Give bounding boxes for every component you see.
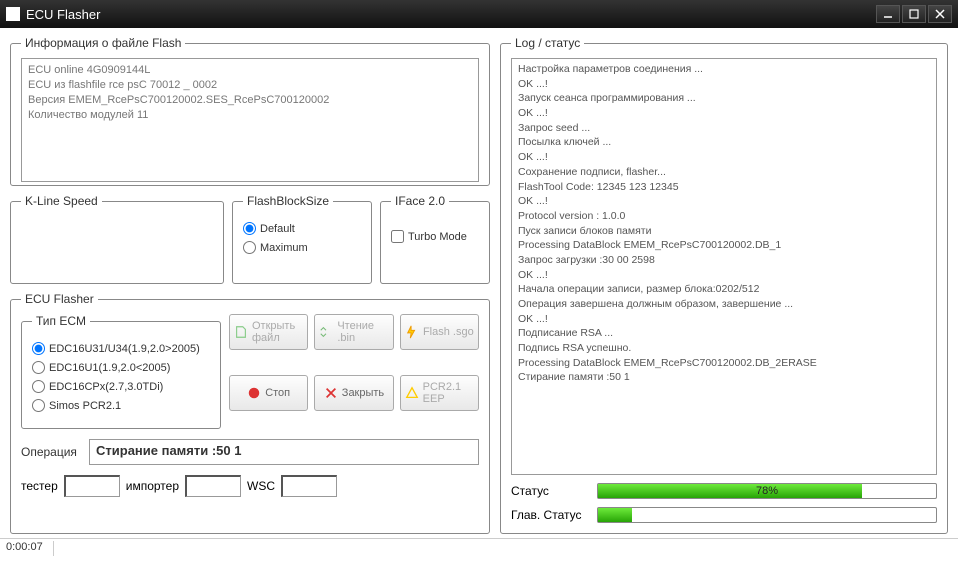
info-line: ECU из flashfile rce psC 70012 _ 0002 — [28, 78, 472, 93]
flash-info-panel: Информация о файле Flash ECU online 4G09… — [10, 36, 490, 186]
flash-info-text: ECU online 4G0909144L ECU из flashfile r… — [21, 58, 479, 182]
main-status-progress — [597, 507, 937, 523]
status-label: Статус — [511, 484, 589, 498]
iface-panel: IFace 2.0 Turbo Mode — [380, 194, 490, 284]
close-button[interactable] — [928, 5, 952, 23]
ecm-type-panel: Тип ECM EDC16U31/U34(1.9,2.0>2005) EDC16… — [21, 314, 221, 429]
warning-icon — [405, 386, 419, 400]
flashblock-default-radio[interactable]: Default — [243, 222, 361, 235]
operation-label: Операция — [21, 445, 81, 459]
flashblock-legend: FlashBlockSize — [243, 194, 333, 208]
flash-sgo-button[interactable]: Flash .sgo — [400, 314, 479, 350]
kline-panel: K-Line Speed — [10, 194, 224, 284]
elapsed-time: 0:00:07 — [6, 541, 54, 556]
importer-input[interactable] — [185, 475, 241, 497]
wsc-label: WSC — [247, 479, 275, 493]
status-pct: 78% — [598, 484, 936, 498]
pcr-eep-button[interactable]: PCR2.1 EEP — [400, 375, 479, 411]
ecu-flasher-panel: ECU Flasher Тип ECM EDC16U31/U34(1.9,2.0… — [10, 292, 490, 534]
status-bar: 0:00:07 — [0, 538, 958, 558]
ecm-opt-0[interactable]: EDC16U31/U34(1.9,2.0>2005) — [32, 342, 210, 355]
close-button-2[interactable]: Закрыть — [314, 375, 393, 411]
flashblock-maximum-radio[interactable]: Maximum — [243, 241, 361, 254]
minimize-button[interactable] — [876, 5, 900, 23]
ecm-opt-3[interactable]: Simos PCR2.1 — [32, 399, 210, 412]
app-icon — [6, 7, 20, 21]
window-title-bar: ECU Flasher — [0, 0, 958, 28]
flash-info-legend: Информация о файле Flash — [21, 36, 185, 50]
status-progress: 78% — [597, 483, 937, 499]
file-icon — [234, 325, 248, 339]
operation-value: Стирание памяти :50 1 — [89, 439, 479, 465]
importer-label: импортер — [126, 479, 179, 493]
window-title: ECU Flasher — [26, 7, 100, 22]
tester-label: тестер — [21, 479, 58, 493]
turbo-mode-checkbox[interactable]: Turbo Mode — [391, 230, 479, 243]
iface-legend: IFace 2.0 — [391, 194, 449, 208]
read-icon — [319, 325, 333, 339]
wsc-input[interactable] — [281, 475, 337, 497]
ecm-opt-2[interactable]: EDC16CPx(2.7,3.0TDi) — [32, 380, 210, 393]
open-file-button[interactable]: Открыть файл — [229, 314, 308, 350]
ecm-opt-1[interactable]: EDC16U1(1.9,2.0<2005) — [32, 361, 210, 374]
main-status-label: Глав. Статус — [511, 508, 589, 522]
info-line: Версия EMEM_RcePsC700120002.SES_RcePsC70… — [28, 93, 472, 108]
tester-input[interactable] — [64, 475, 120, 497]
stop-button[interactable]: Стоп — [229, 375, 308, 411]
close-icon — [324, 386, 338, 400]
log-text[interactable]: Настройка параметров соединения ...OK ..… — [511, 58, 937, 475]
stop-icon — [247, 386, 261, 400]
kline-legend: K-Line Speed — [21, 194, 102, 208]
read-bin-button[interactable]: Чтение .bin — [314, 314, 393, 350]
info-line: Количество модулей 11 — [28, 108, 472, 123]
log-panel: Log / статус Настройка параметров соедин… — [500, 36, 948, 534]
ecm-legend: Тип ECM — [32, 314, 90, 328]
flash-icon — [405, 325, 419, 339]
log-legend: Log / статус — [511, 36, 584, 50]
ecu-flasher-legend: ECU Flasher — [21, 292, 98, 306]
info-line: ECU online 4G0909144L — [28, 63, 472, 78]
flashblock-panel: FlashBlockSize Default Maximum — [232, 194, 372, 284]
maximize-button[interactable] — [902, 5, 926, 23]
